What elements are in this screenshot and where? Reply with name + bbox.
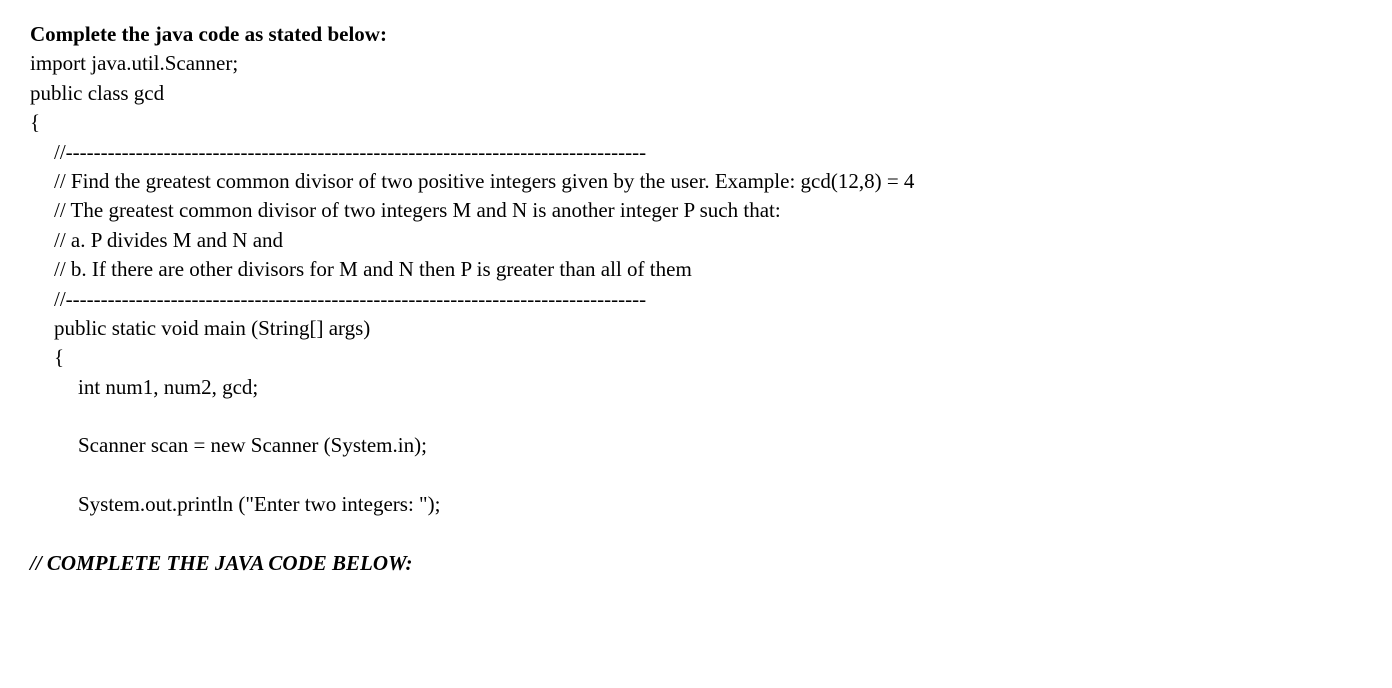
code-line: import java.util.Scanner; — [30, 49, 1362, 78]
blank-line — [30, 402, 1362, 431]
comment-line: // b. If there are other divisors for M … — [30, 255, 1362, 284]
heading-line: Complete the java code as stated below: — [30, 20, 1362, 49]
code-line: { — [30, 343, 1362, 372]
comment-line: //--------------------------------------… — [30, 138, 1362, 167]
code-line: public class gcd — [30, 79, 1362, 108]
instruction-line: // COMPLETE THE JAVA CODE BELOW: — [30, 549, 1362, 578]
code-line: int num1, num2, gcd; — [30, 373, 1362, 402]
comment-line: // Find the greatest common divisor of t… — [30, 167, 1362, 196]
code-line: { — [30, 108, 1362, 137]
comment-line: // a. P divides M and N and — [30, 226, 1362, 255]
code-line: public static void main (String[] args) — [30, 314, 1362, 343]
blank-line — [30, 520, 1362, 549]
code-line: Scanner scan = new Scanner (System.in); — [30, 431, 1362, 460]
blank-line — [30, 461, 1362, 490]
code-line: System.out.println ("Enter two integers:… — [30, 490, 1362, 519]
comment-line: //--------------------------------------… — [30, 285, 1362, 314]
code-document: Complete the java code as stated below: … — [30, 20, 1362, 578]
comment-line: // The greatest common divisor of two in… — [30, 196, 1362, 225]
